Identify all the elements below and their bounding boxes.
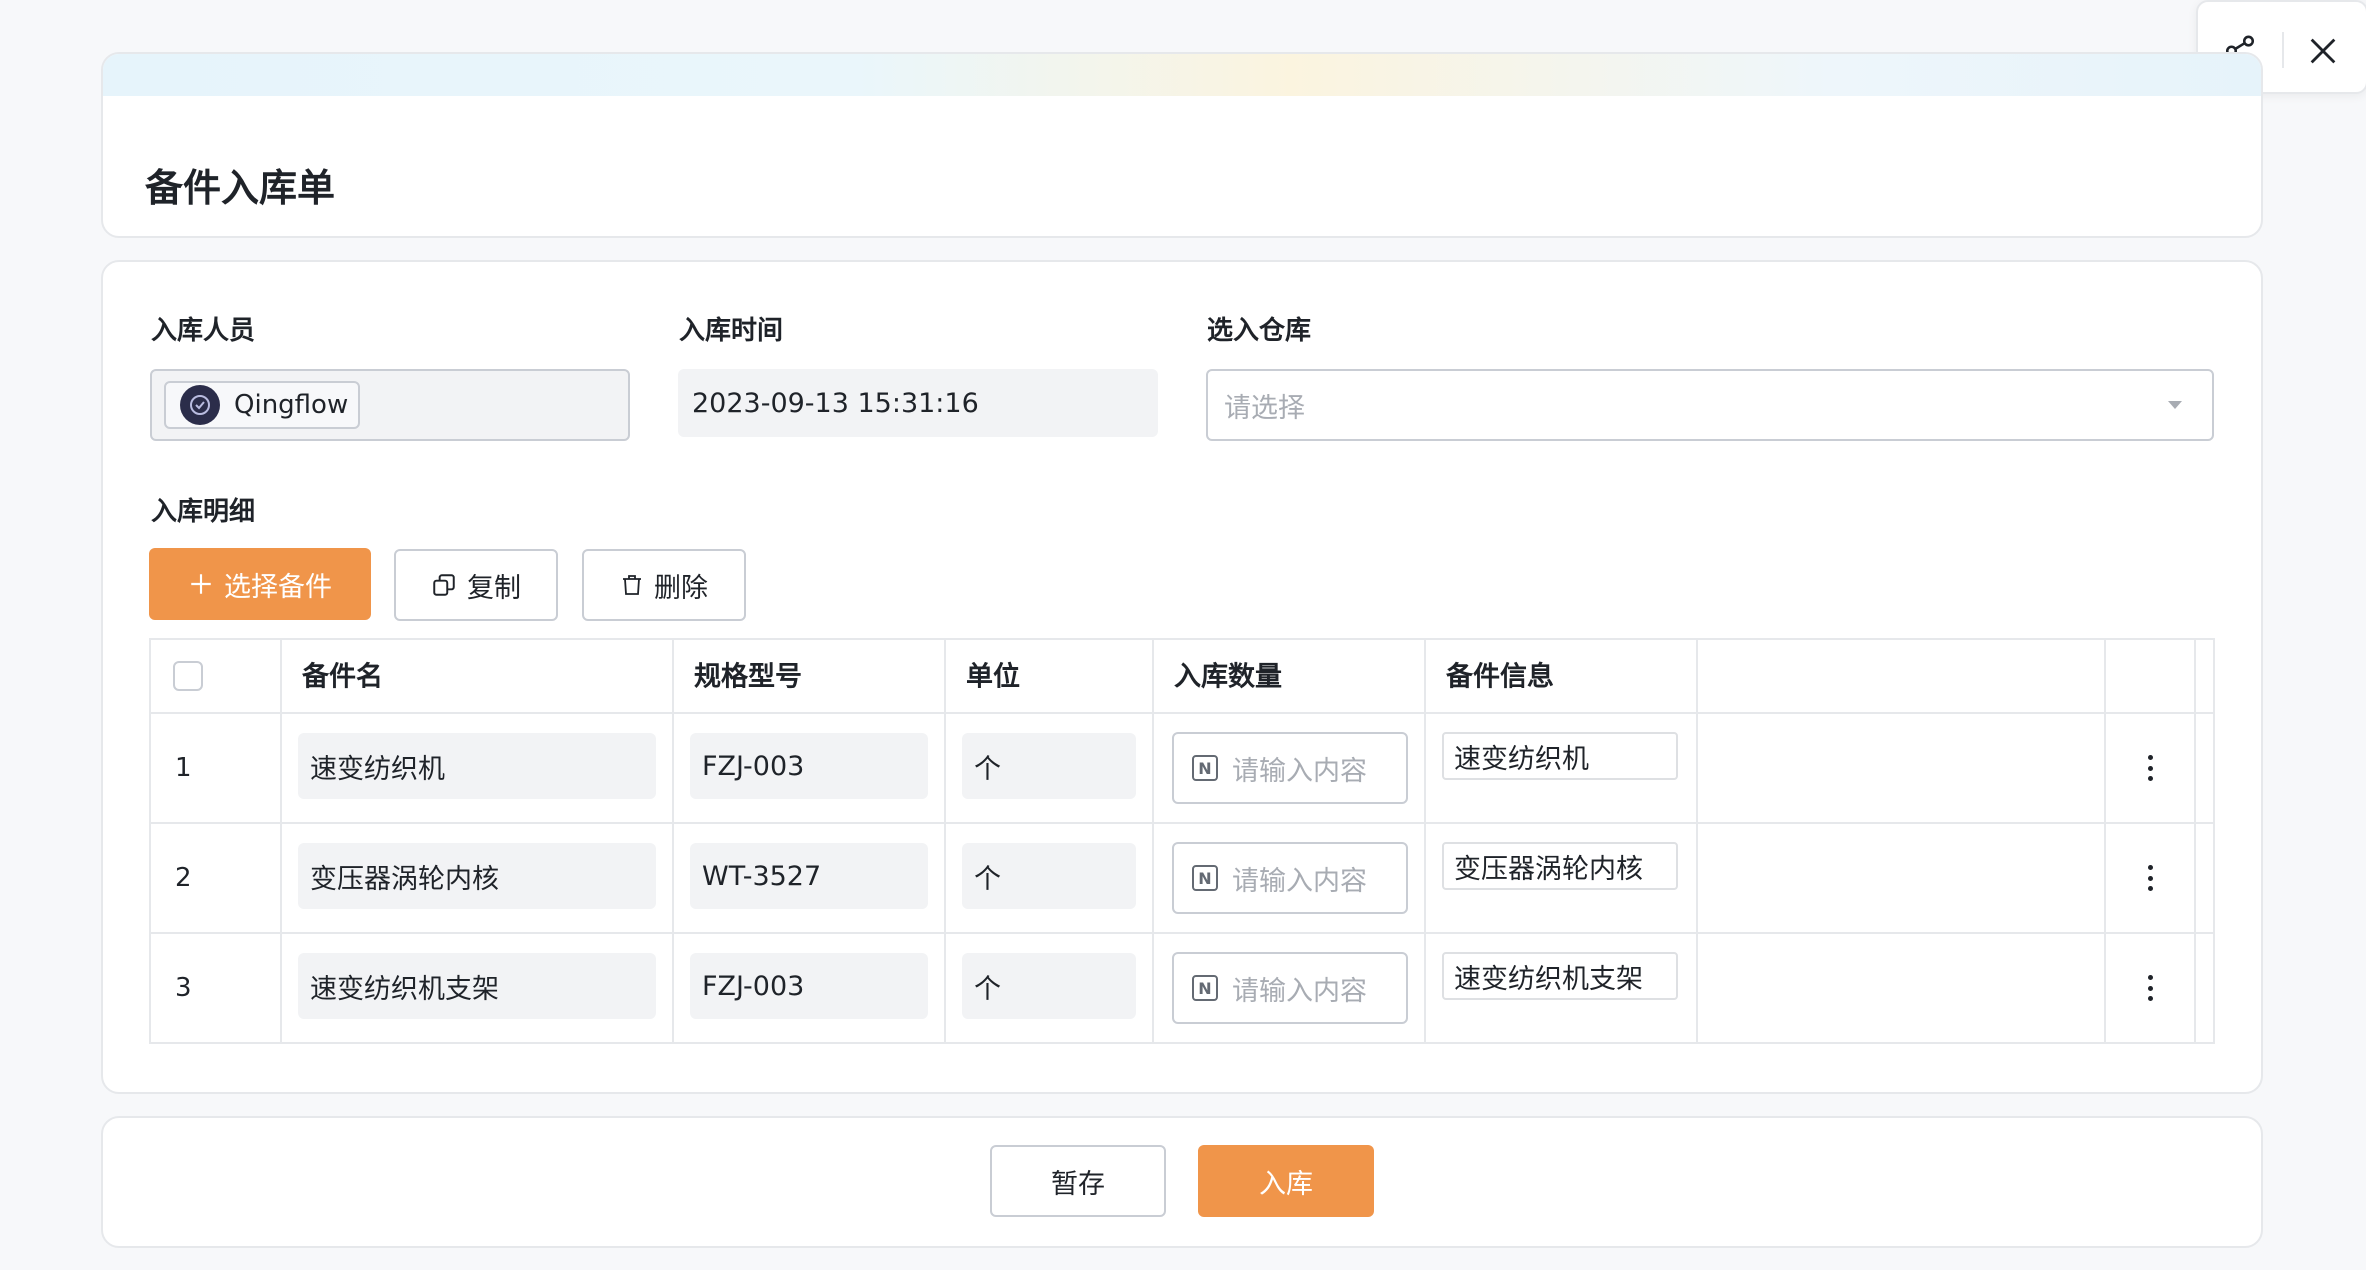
col-divider [672,640,674,1042]
delete-button[interactable]: 删除 [582,549,746,621]
row-index: 2 [175,863,192,893]
col-header-model: 规格型号 [694,661,802,693]
copy-button[interactable]: 复制 [394,549,558,621]
more-vertical-icon[interactable] [2147,755,2153,781]
qty-placeholder: 请输入内容 [1232,975,1367,1007]
operator-field: Qingflow [150,369,630,441]
toolbar-divider [2282,32,2284,68]
close-icon[interactable] [2303,31,2343,71]
qty-input[interactable]: N 请输入内容 [1172,732,1408,804]
row-index: 3 [175,973,192,1003]
row-divider [151,822,2213,824]
col-divider [944,640,946,1042]
chevron-down-icon [2168,401,2182,409]
copy-icon [433,574,455,596]
col-divider [1424,640,1426,1042]
part-info-cell: 变压器涡轮内核 [1442,842,1678,890]
warehouse-label: 选入仓库 [1207,316,1312,346]
avatar [180,385,220,425]
number-icon: N [1192,755,1218,781]
header-gradient [103,54,2261,96]
select-parts-button[interactable]: 选择备件 [149,548,371,620]
row-divider [151,932,2213,934]
part-model-cell: FZJ-003 [690,953,928,1019]
col-divider [280,640,282,1042]
col-header-unit: 单位 [966,661,1020,693]
user-name: Qingflow [234,390,349,420]
more-vertical-icon[interactable] [2147,975,2153,1001]
copy-label: 复制 [467,572,521,604]
time-label: 入库时间 [679,316,784,346]
part-name-cell: 速变纺织机支架 [298,953,656,1019]
time-field: 2023-09-13 15:31:16 [678,369,1158,437]
warehouse-select[interactable]: 请选择 [1206,369,2214,441]
detail-label: 入库明细 [151,497,256,527]
operator-label: 入库人员 [151,316,256,346]
time-value: 2023-09-13 15:31:16 [692,387,979,419]
part-model-cell: WT-3527 [690,843,928,909]
trash-icon [623,575,641,595]
save-draft-label: 暂存 [1051,1168,1105,1200]
part-name-cell: 变压器涡轮内核 [298,843,656,909]
col-header-info: 备件信息 [1446,661,1554,693]
part-info-cell: 速变纺织机 [1442,732,1678,780]
number-icon: N [1192,975,1218,1001]
part-unit-cell: 个 [962,733,1136,799]
qty-input[interactable]: N 请输入内容 [1172,842,1408,914]
select-parts-label: 选择备件 [224,571,332,603]
qty-placeholder: 请输入内容 [1232,865,1367,897]
col-header-name: 备件名 [302,661,383,693]
submit-button[interactable]: 入库 [1198,1145,1374,1217]
part-info-cell: 速变纺织机支架 [1442,952,1678,1000]
submit-label: 入库 [1259,1168,1313,1200]
select-all-checkbox[interactable] [173,661,203,691]
part-unit-cell: 个 [962,843,1136,909]
col-divider [2104,640,2106,1042]
delete-label: 删除 [654,572,708,604]
save-draft-button[interactable]: 暂存 [990,1145,1166,1217]
user-chip[interactable]: Qingflow [164,381,361,429]
col-divider [1696,640,1698,1042]
page-title: 备件入库单 [145,166,336,210]
part-name-cell: 速变纺织机 [298,733,656,799]
header-card: 备件入库单 [101,52,2263,238]
footer-card [101,1116,2263,1248]
row-index: 1 [175,753,192,783]
qty-input[interactable]: N 请输入内容 [1172,952,1408,1024]
qty-placeholder: 请输入内容 [1232,755,1367,787]
col-divider [1152,640,1154,1042]
part-unit-cell: 个 [962,953,1136,1019]
row-divider [151,712,2213,714]
col-header-qty: 入库数量 [1174,661,1282,693]
number-icon: N [1192,865,1218,891]
plus-icon [191,574,211,594]
warehouse-placeholder: 请选择 [1224,392,1305,424]
col-divider [2194,640,2196,1042]
more-vertical-icon[interactable] [2147,865,2153,891]
detail-table: 备件名 规格型号 单位 入库数量 备件信息 1 速变纺织机 FZJ-003 个 … [149,638,2215,1044]
part-model-cell: FZJ-003 [690,733,928,799]
